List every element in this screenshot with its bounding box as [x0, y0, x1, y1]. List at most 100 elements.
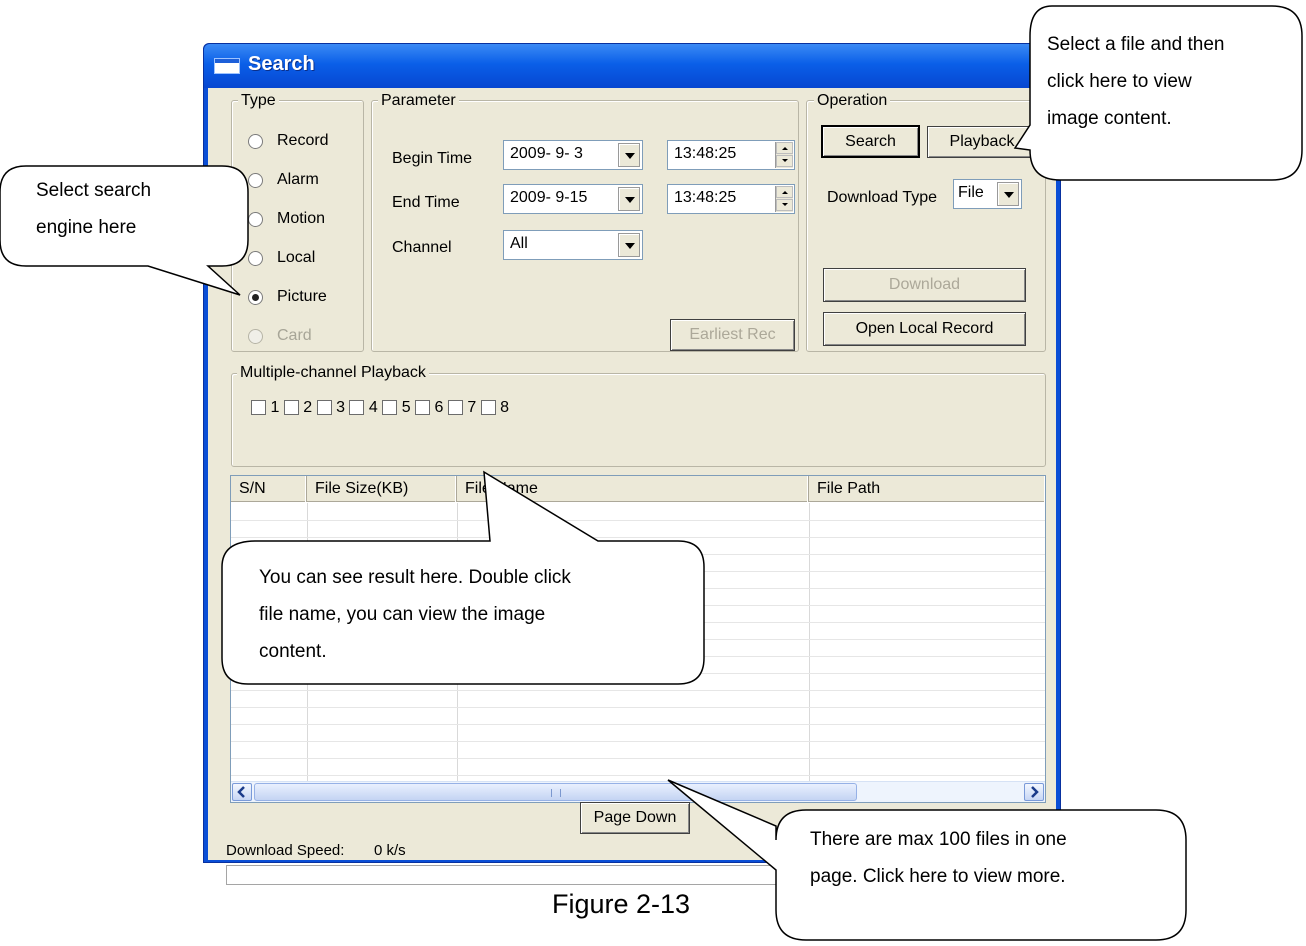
checkbox-box[interactable]: [480, 400, 496, 416]
table-row[interactable]: [231, 741, 1045, 742]
radio-button[interactable]: [248, 250, 263, 266]
spin-down-icon[interactable]: [776, 199, 793, 211]
window-title: Search: [248, 53, 315, 75]
radio-label: Motion: [277, 210, 326, 227]
table-row[interactable]: [231, 758, 1045, 759]
callout-line: engine here: [36, 217, 137, 238]
begin-date-value: 2009- 9- 3: [510, 145, 583, 162]
table-row[interactable]: [231, 673, 1045, 674]
end-time-field[interactable]: 13:48:25: [667, 184, 795, 214]
radio-card[interactable]: Card: [248, 327, 312, 345]
time-spinner[interactable]: [775, 186, 793, 212]
chevron-down-icon[interactable]: [997, 182, 1019, 206]
channel-select[interactable]: All: [503, 230, 643, 260]
begin-date-field[interactable]: 2009- 9- 3: [503, 140, 643, 170]
checkbox-label: 7: [467, 399, 477, 416]
playback-button[interactable]: Playback: [927, 126, 1037, 158]
radio-alarm[interactable]: Alarm: [248, 171, 319, 189]
channel-checkbox-6[interactable]: 6: [415, 399, 443, 416]
scroll-right-button[interactable]: [1024, 783, 1044, 801]
radio-record[interactable]: Record: [248, 132, 329, 150]
channel-checkbox-5[interactable]: 5: [382, 399, 411, 416]
parameter-group: [371, 100, 799, 352]
callout-line: image content.: [1047, 108, 1172, 129]
radio-picture[interactable]: Picture: [248, 288, 327, 306]
search-button[interactable]: Search: [821, 125, 920, 158]
callout-top-right-text: Select a file and then click here to vie…: [1047, 26, 1224, 137]
window-icon: [214, 58, 240, 74]
radio-local[interactable]: Local: [248, 249, 315, 267]
chevron-right-icon: [1031, 786, 1039, 798]
checkbox-box[interactable]: [316, 400, 332, 416]
callout-line: You can see result here. Double click: [259, 567, 571, 588]
radio-button[interactable]: [248, 133, 263, 149]
radio-button[interactable]: [248, 172, 263, 188]
download-button[interactable]: Download: [823, 268, 1026, 302]
column-divider: [809, 503, 810, 781]
checkbox-box[interactable]: [283, 400, 299, 416]
window-client: Type Record Alarm Motion Local Picture C…: [208, 88, 1056, 885]
radio-label: Record: [277, 132, 329, 149]
column-header-file-path[interactable]: File Path: [809, 476, 1045, 502]
callout-line: There are max 100 files in one: [810, 829, 1067, 850]
channel-checkbox-4[interactable]: 4: [349, 399, 378, 416]
spin-up-icon[interactable]: [776, 142, 793, 154]
table-row[interactable]: [231, 520, 1045, 521]
channel-checkbox-3[interactable]: 3: [316, 399, 345, 416]
download-progress-bar: [226, 865, 826, 885]
figure-caption: Figure 2-13: [552, 889, 691, 919]
time-spinner[interactable]: [775, 142, 793, 168]
checkbox-label: 5: [401, 399, 411, 416]
radio-button[interactable]: [248, 211, 263, 227]
end-time-label: End Time: [392, 194, 460, 211]
download-type-select[interactable]: File: [953, 179, 1022, 209]
scroll-left-button[interactable]: [232, 783, 252, 801]
begin-time-value: 13:48:25: [674, 145, 737, 162]
callout-left-text: Select search engine here: [36, 172, 151, 246]
end-date-field[interactable]: 2009- 9-15: [503, 184, 643, 214]
table-row[interactable]: [231, 554, 1045, 555]
radio-motion[interactable]: Motion: [248, 210, 325, 228]
title-bar[interactable]: Search: [204, 44, 1060, 88]
table-row[interactable]: [231, 707, 1045, 708]
column-header-sn[interactable]: S/N: [231, 476, 307, 502]
scrollbar-thumb[interactable]: [254, 783, 857, 801]
checkbox-label: 2: [303, 399, 313, 416]
chevron-down-icon[interactable]: [618, 143, 640, 167]
checkbox-box[interactable]: [349, 400, 365, 416]
radio-button-disabled[interactable]: [248, 328, 263, 344]
channel-checkbox-8[interactable]: 8: [480, 399, 509, 416]
page-down-button[interactable]: Page Down: [580, 802, 690, 834]
column-header-file-size[interactable]: File Size(KB): [307, 476, 457, 502]
column-header-file-name[interactable]: File Name: [457, 476, 809, 502]
channel-checkbox-2[interactable]: 2: [283, 399, 313, 416]
spin-down-icon[interactable]: [776, 155, 793, 167]
callout-line: Select a file and then: [1047, 34, 1225, 55]
earliest-rec-button[interactable]: Earliest Rec: [670, 319, 795, 351]
multi-channel-group: [231, 373, 1046, 467]
horizontal-scrollbar[interactable]: [231, 781, 1045, 802]
checkbox-box[interactable]: [447, 400, 463, 416]
channel-checkboxes: 1 2 3 4 5 6 7 8: [251, 399, 509, 417]
channel-checkbox-1[interactable]: 1: [251, 399, 279, 416]
callout-bottom-right-text: There are max 100 files in one page. Cli…: [810, 821, 1067, 895]
table-row[interactable]: [231, 690, 1045, 691]
table-row[interactable]: [231, 775, 1045, 776]
spin-up-icon[interactable]: [776, 186, 793, 198]
chevron-down-icon[interactable]: [618, 233, 640, 257]
callout-middle-text: You can see result here. Double click fi…: [259, 559, 571, 670]
checkbox-box[interactable]: [415, 400, 431, 416]
channel-checkbox-7[interactable]: 7: [447, 399, 477, 416]
radio-label: Alarm: [277, 171, 319, 188]
table-row[interactable]: [231, 724, 1045, 725]
chevron-down-icon[interactable]: [618, 187, 640, 211]
end-date-value: 2009- 9-15: [510, 189, 588, 206]
download-speed-label: Download Speed:: [226, 842, 345, 859]
begin-time-field[interactable]: 13:48:25: [667, 140, 795, 170]
table-row[interactable]: [231, 537, 1045, 538]
checkbox-box[interactable]: [251, 400, 266, 416]
checkbox-box[interactable]: [382, 400, 398, 416]
checkbox-label: 4: [368, 399, 378, 416]
radio-button-checked[interactable]: [248, 289, 263, 305]
open-local-record-button[interactable]: Open Local Record: [823, 312, 1026, 346]
